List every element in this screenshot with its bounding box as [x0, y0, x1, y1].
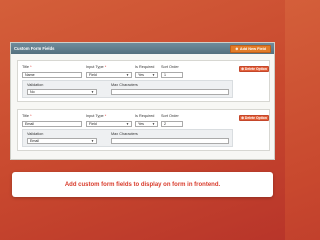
chevron-down-icon: ▼ — [91, 139, 94, 143]
max-characters-label: Max Characters — [111, 83, 138, 87]
chevron-down-icon: ▼ — [126, 122, 129, 126]
validation-label: Validation — [27, 83, 44, 87]
is-required-label: Is Required — [135, 114, 155, 118]
title-label: Title * — [22, 65, 32, 69]
delete-option-button[interactable]: ⊗ Delete Option — [239, 66, 269, 72]
validation-select[interactable]: Email ▼ — [27, 138, 97, 144]
sort-order-label: Sort Order — [161, 65, 179, 69]
validation-box: Validation Max Characters Email ▼ — [22, 129, 233, 147]
is-required-select[interactable]: Yes ▼ — [135, 121, 158, 127]
max-characters-input[interactable] — [111, 89, 229, 95]
input-type-label: Input Type * — [86, 65, 107, 69]
sort-order-input[interactable]: 1 — [161, 72, 183, 78]
input-type-select[interactable]: Field ▼ — [86, 72, 132, 78]
close-circle-icon: ⊗ — [241, 67, 244, 71]
add-new-field-label: Add New Field — [239, 46, 266, 51]
max-characters-input[interactable] — [111, 138, 229, 144]
input-type-label: Input Type * — [86, 114, 107, 118]
chevron-down-icon: ▼ — [91, 90, 94, 94]
is-required-select[interactable]: Yes ▼ — [135, 72, 158, 78]
title-input[interactable]: Email — [22, 121, 82, 127]
chevron-down-icon: ▼ — [152, 73, 155, 77]
chevron-down-icon: ▼ — [126, 73, 129, 77]
chevron-down-icon: ▼ — [152, 122, 155, 126]
feature-caption-text: Add custom form fields to display on for… — [64, 181, 221, 188]
title-input[interactable]: Name — [22, 72, 82, 78]
feature-caption-banner: Add custom form fields to display on for… — [12, 172, 273, 197]
validation-label: Validation — [27, 132, 44, 136]
validation-box: Validation Max Characters No ▼ — [22, 80, 233, 98]
title-label: Title * — [22, 114, 32, 118]
field-option-card: Title * Input Type * Is Required Sort Or… — [17, 60, 270, 102]
validation-select[interactable]: No ▼ — [27, 89, 97, 95]
custom-form-fields-panel: Custom Form Fields ⊕ Add New Field Title… — [10, 42, 275, 160]
plus-circle-icon: ⊕ — [235, 46, 239, 51]
delete-option-button[interactable]: ⊗ Delete Option — [239, 115, 269, 121]
sort-order-input[interactable]: 2 — [161, 121, 183, 127]
field-option-card: Title * Input Type * Is Required Sort Or… — [17, 109, 270, 151]
sort-order-label: Sort Order — [161, 114, 179, 118]
panel-title: Custom Form Fields — [14, 46, 55, 51]
panel-header: Custom Form Fields ⊕ Add New Field — [11, 43, 274, 54]
add-new-field-button[interactable]: ⊕ Add New Field — [230, 44, 271, 53]
max-characters-label: Max Characters — [111, 132, 138, 136]
input-type-select[interactable]: Field ▼ — [86, 121, 132, 127]
close-circle-icon: ⊗ — [241, 116, 244, 120]
is-required-label: Is Required — [135, 65, 155, 69]
